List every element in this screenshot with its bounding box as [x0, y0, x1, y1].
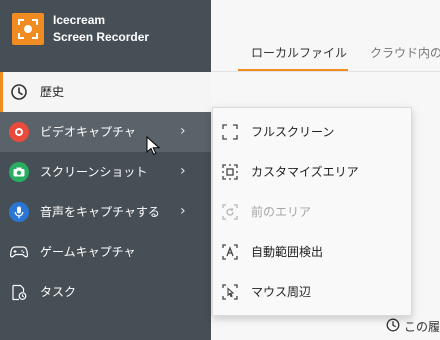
around-mouse-icon — [222, 284, 238, 300]
mouse-cursor-icon — [146, 136, 160, 155]
task-icon — [9, 282, 29, 302]
clock-icon — [386, 318, 400, 335]
chevron-right-icon: › — [180, 163, 186, 179]
submenu-item-label: フルスクリーン — [251, 125, 335, 139]
microphone-icon — [9, 202, 29, 222]
sidebar-item-history[interactable]: 歴史 — [0, 72, 211, 112]
chevron-right-icon: › — [180, 203, 186, 219]
sidebar-item-screenshot[interactable]: スクリーンショット › — [0, 152, 211, 192]
submenu-item-auto-detect[interactable]: 自動範囲検出 — [213, 232, 411, 272]
sidebar-item-label: 歴史 — [40, 85, 65, 99]
chevron-right-icon: › — [180, 123, 186, 139]
sidebar-item-label: ゲームキャプチャ — [40, 245, 136, 259]
sidebar-item-label: ビデオキャプチャ — [40, 125, 136, 139]
camera-icon — [9, 162, 29, 182]
submenu-item-label: カスタマイズエリア — [251, 165, 359, 179]
brand: Icecream Screen Recorder — [0, 0, 211, 70]
tab-local-files[interactable]: ローカルファイル — [251, 44, 347, 62]
video-capture-submenu: フルスクリーン カスタマイズエリア 前のエリア 自動範囲検出 マウス周辺 — [212, 107, 412, 316]
sidebar-item-label: 音声をキャプチャする — [40, 205, 160, 219]
sidebar: Icecream Screen Recorder 歴史 ビデオキャプチャ › ス… — [0, 0, 211, 340]
sidebar-item-video-capture[interactable]: ビデオキャプチャ › — [0, 112, 211, 152]
gamepad-icon — [9, 242, 29, 262]
app-logo-icon — [12, 13, 44, 45]
fullscreen-icon — [222, 124, 238, 140]
clock-icon — [9, 82, 29, 102]
submenu-item-fullscreen[interactable]: フルスクリーン — [213, 112, 411, 152]
record-icon — [9, 122, 29, 142]
submenu-item-label: 自動範囲検出 — [251, 245, 324, 259]
history-hint-text: この履 — [404, 320, 440, 334]
tab-cloud-files[interactable]: クラウド内のフ — [370, 44, 440, 62]
previous-area-icon — [222, 204, 238, 220]
history-hint: この履 — [386, 318, 440, 335]
sidebar-item-tasks[interactable]: タスク — [0, 272, 211, 312]
custom-area-icon — [222, 164, 238, 180]
tabs-divider — [211, 71, 440, 72]
submenu-item-around-mouse[interactable]: マウス周辺 — [213, 272, 411, 312]
app-name-line1: Icecream — [53, 13, 106, 27]
app-name: Icecream Screen Recorder — [53, 12, 149, 46]
sidebar-item-game-capture[interactable]: ゲームキャプチャ — [0, 232, 211, 272]
submenu-item-label: マウス周辺 — [251, 285, 312, 299]
auto-detect-icon — [222, 244, 238, 260]
sidebar-item-audio-capture[interactable]: 音声をキャプチャする › — [0, 192, 211, 232]
sidebar-item-label: スクリーンショット — [40, 165, 148, 179]
app-name-line2: Screen Recorder — [53, 30, 150, 44]
sidebar-item-label: タスク — [40, 285, 77, 299]
submenu-item-custom-area[interactable]: カスタマイズエリア — [213, 152, 411, 192]
submenu-item-previous-area: 前のエリア — [213, 192, 411, 232]
submenu-item-label: 前のエリア — [251, 205, 312, 219]
